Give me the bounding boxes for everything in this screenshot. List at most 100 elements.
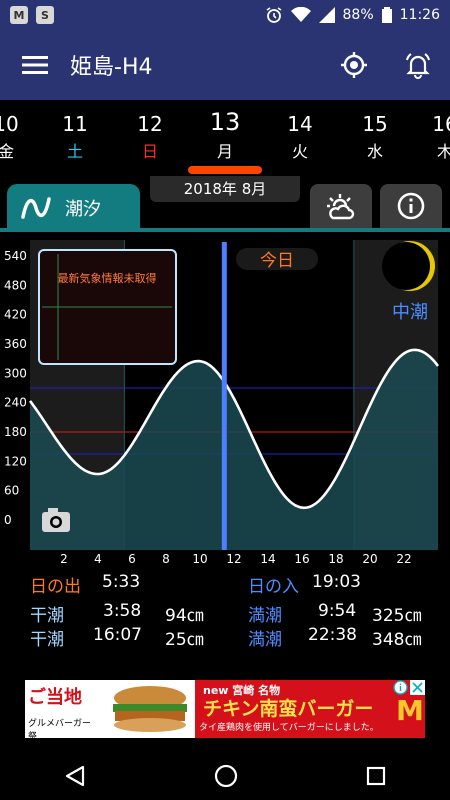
ad-logo-subtitle: グルメバーガー祭 (28, 719, 92, 738)
tide-chart-svg: 540 480 420 360 300 240 180 120 60 0 2 4 6 8 10 12 14 16… (4, 240, 440, 566)
cell-signal-icon (318, 7, 335, 23)
recents-square-icon[interactable] (366, 766, 386, 786)
day-selector: 10 金 11 土 12 日 13 月 14 火 15 水 16 木 (0, 100, 450, 176)
battery-percent: 88% (342, 7, 374, 23)
sun-row: 日の出 5:33 日の入 19:03 (0, 572, 450, 597)
day-number: 15 (362, 112, 388, 136)
month-label: 2018年 8月 (150, 176, 300, 202)
tide-time: 3:58 (103, 601, 142, 621)
x-tick-label: 8 (162, 552, 170, 566)
y-tick-label: 240 (4, 396, 27, 410)
x-tick-label: 14 (260, 552, 275, 566)
alarm-icon (266, 7, 281, 23)
back-triangle-icon[interactable] (64, 765, 86, 787)
x-tick-label: 6 (128, 552, 136, 566)
day-number: 13 (209, 108, 241, 136)
tide-type-label: 中潮 (392, 302, 428, 323)
selected-day-indicator (188, 166, 262, 174)
y-tick-label: 120 (4, 454, 27, 468)
sunset-label: 日の入 (248, 577, 299, 597)
y-tick-label: 420 (4, 308, 27, 322)
ad-info-icon[interactable] (393, 680, 408, 695)
ad-main-panel: new 宮崎 名物 チキン南蛮バーガー タイ産鶏肉を使用してバーガーにしました。 (195, 680, 390, 738)
tide-height: 25㎝ (165, 630, 204, 650)
tide-height: 325㎝ (372, 606, 422, 626)
tide-time: 22:38 (308, 625, 357, 645)
day-number: 10 (0, 112, 19, 136)
sunset-time: 19:03 (312, 572, 361, 592)
alarm-bell-icon (406, 53, 430, 79)
x-tick-label: 20 (362, 552, 377, 566)
day-item[interactable]: 15 水 (355, 112, 395, 162)
notification-settings-icon: S (36, 6, 54, 24)
crescent-moon-icon (382, 241, 435, 291)
home-circle-icon[interactable] (214, 764, 238, 788)
day-item[interactable]: 12 日 (130, 112, 170, 162)
ad-subline: タイ産鶏肉を使用してバーガーにしました。 (199, 723, 379, 733)
tab-info[interactable] (380, 184, 442, 228)
tide-chart[interactable]: 540 480 420 360 300 240 180 120 60 0 2 4 6 8 10 12 14 16… (0, 232, 450, 570)
tide-kind: 満潮 (248, 630, 282, 650)
x-tick-label: 12 (226, 552, 241, 566)
ad-brand-text: M (396, 694, 424, 727)
menu-button[interactable] (0, 30, 70, 100)
system-nav-bar (0, 752, 450, 800)
hamburger-menu-icon (22, 56, 48, 74)
tide-info-panel: 日の出 5:33 日の入 19:03 干潮 3:58 94㎝ 満潮 9:54 3… (0, 570, 450, 662)
ad-banner[interactable]: ご当地 グルメバーガー祭 new 宮崎 名物 チキン南蛮バーガー タイ産鶏肉を使… (25, 680, 425, 738)
battery-icon (381, 7, 392, 23)
day-weekday: 金 (0, 142, 14, 161)
app-bar: 姫島-H4 (0, 30, 450, 100)
day-weekday: 日 (141, 142, 158, 161)
ad-controls (393, 680, 425, 698)
burger-image (113, 686, 187, 732)
location-target-icon (341, 52, 367, 78)
tide-wave-icon (21, 197, 51, 219)
day-weekday: 火 (291, 142, 308, 161)
ad-logo: ご当地 グルメバーガー祭 (25, 680, 100, 738)
ad-headline: チキン南蛮バーガー (203, 698, 374, 720)
y-tick-label: 360 (4, 337, 27, 351)
day-item[interactable]: 10 金 (0, 112, 26, 162)
tide-kind: 干潮 (30, 606, 64, 626)
day-number: 11 (62, 112, 88, 136)
y-tick-label: 300 (4, 366, 27, 380)
x-tick-label: 2 (60, 552, 68, 566)
y-tick-label: 180 (4, 425, 27, 439)
day-item[interactable]: 11 土 (55, 112, 95, 162)
tide-kind: 干潮 (30, 630, 64, 650)
ad-close-icon[interactable] (410, 680, 425, 695)
tab-row: 潮汐 2018年 8月 (0, 176, 450, 232)
x-tick-label: 16 (294, 552, 309, 566)
tide-row: 干潮 16:07 25㎝ 満潮 22:38 348㎝ (0, 625, 450, 650)
tide-height: 348㎝ (372, 630, 422, 650)
alarm-button[interactable] (386, 30, 450, 100)
tab-tide[interactable]: 潮汐 (7, 184, 140, 232)
info-icon (397, 192, 425, 220)
x-tick-label: 22 (396, 552, 411, 566)
notification-app-icon: M (10, 6, 28, 24)
weather-box: 最新気象情報未取得 (38, 249, 177, 365)
tide-height: 94㎝ (165, 606, 204, 626)
clock-time: 11:26 (399, 7, 440, 23)
day-item[interactable]: 16 木 (425, 112, 450, 162)
x-tick-label: 4 (94, 552, 102, 566)
my-location-button[interactable] (322, 30, 386, 100)
day-item[interactable]: 14 火 (280, 112, 320, 162)
day-item-selected[interactable]: 13 月 (205, 108, 245, 162)
day-number: 16 (432, 112, 450, 136)
status-bar: M S 88% 11:26 (0, 0, 450, 30)
x-tick-label: 10 (192, 552, 207, 566)
sunrise-label: 日の出 (30, 577, 81, 597)
today-label: 今日 (260, 251, 294, 271)
sun-cloud-icon (327, 194, 355, 220)
sunrise-time: 5:33 (102, 572, 141, 592)
wifi-icon (290, 7, 311, 22)
y-tick-label: 480 (4, 278, 27, 292)
day-weekday: 土 (66, 142, 83, 161)
tide-kind: 満潮 (248, 606, 282, 626)
tab-weather[interactable] (310, 184, 372, 228)
x-tick-label: 18 (328, 552, 343, 566)
ad-logo-title: ご当地 (28, 687, 82, 708)
day-weekday: 月 (216, 142, 233, 161)
